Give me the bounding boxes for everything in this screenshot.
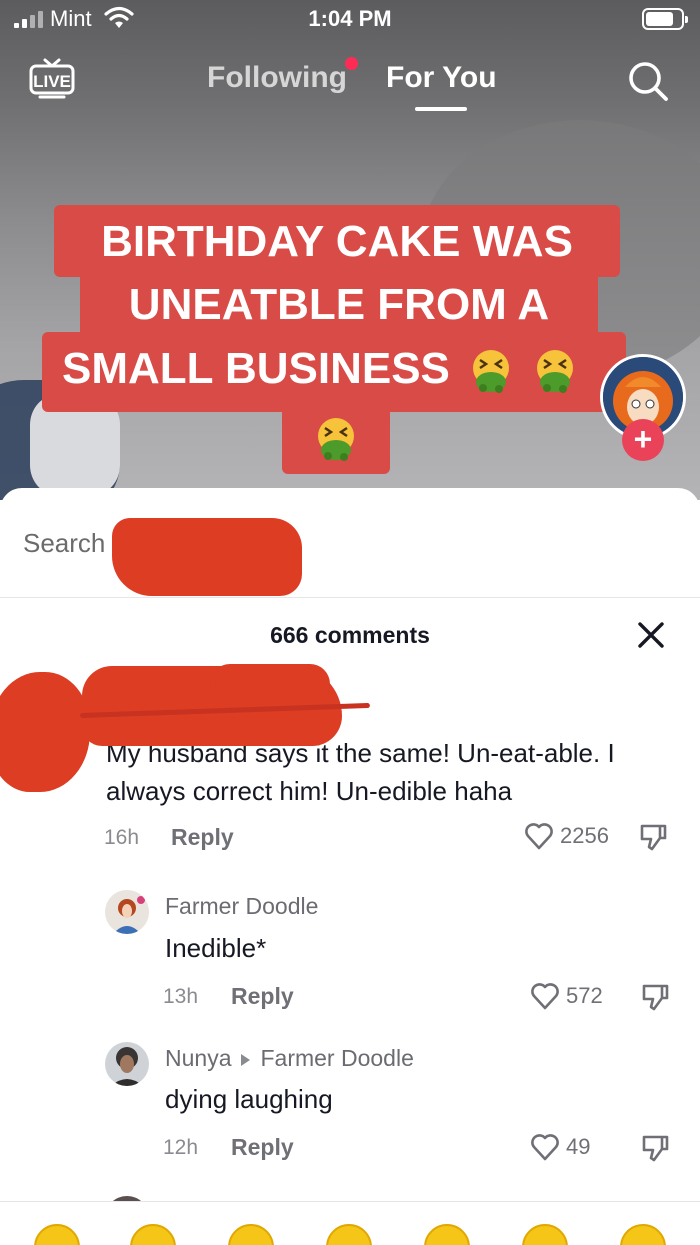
dislike-icon[interactable] [640, 1133, 670, 1163]
dislike-icon[interactable] [638, 822, 668, 852]
reply-to-author[interactable]: Farmer Doodle [260, 1045, 413, 1071]
redaction-mark [0, 672, 90, 792]
comment-search-bar[interactable]: Search [0, 488, 700, 598]
reply-button[interactable]: Reply [171, 824, 234, 851]
heart-icon [525, 823, 553, 850]
dislike-icon[interactable] [640, 982, 670, 1012]
avatar[interactable] [105, 890, 149, 934]
heart-icon [531, 983, 559, 1010]
like-count: 49 [566, 1134, 591, 1159]
comment-text: Inedible* [165, 933, 267, 963]
reply-header: Nunya Farmer Doodle [165, 1045, 414, 1072]
close-icon[interactable] [636, 620, 666, 650]
reply-button[interactable]: Reply [231, 1134, 294, 1161]
emoji-button[interactable] [522, 1224, 568, 1245]
caption-line [282, 402, 390, 474]
reply-arrow-icon [241, 1053, 251, 1066]
redaction-mark [112, 518, 302, 596]
like-button[interactable]: 2256 [524, 822, 609, 850]
emoji-button[interactable] [34, 1224, 80, 1245]
like-button[interactable]: 572 [530, 982, 603, 1010]
emoji-button[interactable] [326, 1224, 372, 1245]
comment-author[interactable]: Nunya [165, 1045, 231, 1071]
video-caption: BIRTHDAY CAKE WAS UNEATBLE FROM A SMALL … [0, 0, 700, 500]
vomiting-face-icon [537, 350, 574, 394]
like-button[interactable]: 49 [530, 1133, 590, 1161]
heart-icon [531, 1134, 559, 1161]
comment-author[interactable]: Farmer Doodle [165, 893, 318, 920]
emoji-quick-bar [0, 1201, 700, 1245]
comments-count: 666 comments [270, 622, 430, 648]
comment-text: dying laughing [165, 1084, 333, 1114]
caption-line: BIRTHDAY CAKE WAS [54, 205, 620, 277]
follow-button[interactable]: + [622, 419, 664, 461]
like-count: 2256 [560, 823, 609, 848]
emoji-button[interactable] [130, 1224, 176, 1245]
comment-time: 13h [163, 985, 199, 1008]
search-label: Search [23, 528, 106, 558]
vomiting-face-icon [318, 418, 354, 462]
comment-time: 16h [104, 826, 140, 849]
emoji-button[interactable] [620, 1224, 666, 1245]
emoji-button[interactable] [424, 1224, 470, 1245]
comments-sheet: Search 666 comments My husband says it t… [0, 488, 700, 1245]
redaction-mark [210, 664, 330, 704]
avatar[interactable] [105, 1042, 149, 1086]
comment-time: 12h [163, 1136, 199, 1159]
emoji-button[interactable] [228, 1224, 274, 1245]
like-count: 572 [566, 983, 603, 1008]
vomiting-face-icon [473, 350, 510, 394]
caption-line: SMALL BUSINESS [42, 332, 626, 412]
reply-button[interactable]: Reply [231, 983, 294, 1010]
